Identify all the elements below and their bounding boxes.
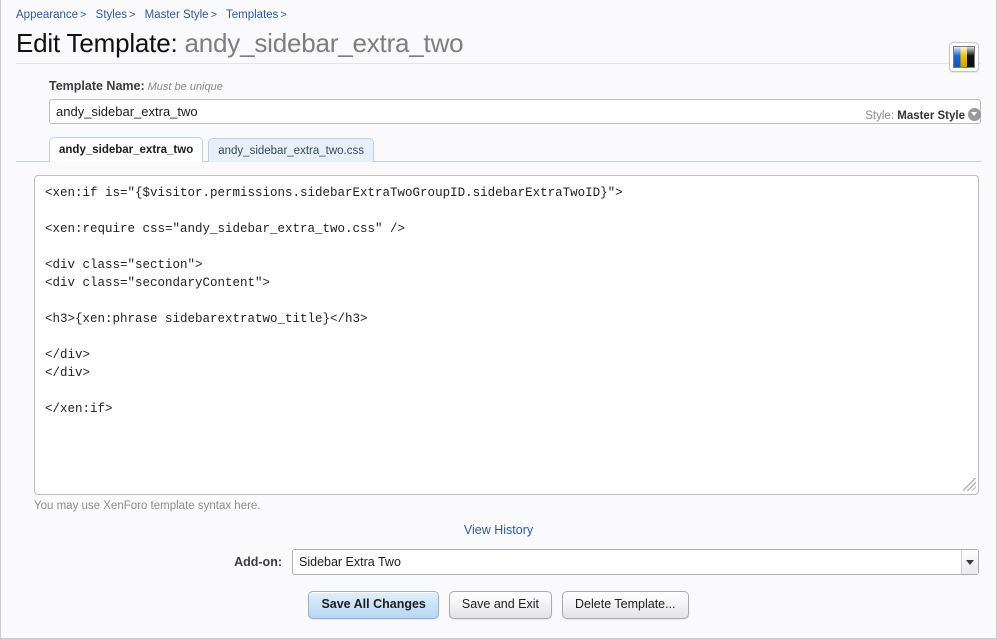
breadcrumb-separator: > bbox=[210, 9, 217, 21]
page-title: Edit Template: andy_sidebar_extra_two bbox=[16, 27, 996, 59]
breadcrumb-separator: > bbox=[129, 9, 136, 21]
template-tabs: andy_sidebar_extra_two andy_sidebar_extr… bbox=[16, 137, 981, 162]
style-indicator-prefix: Style: bbox=[865, 110, 895, 122]
addon-select[interactable]: Sidebar Extra Two bbox=[292, 549, 979, 575]
delete-template-button[interactable]: Delete Template... bbox=[562, 591, 689, 619]
select-arrow-icon[interactable] bbox=[961, 550, 978, 574]
template-form: Template Name: Must be unique Style: Mast… bbox=[1, 78, 996, 162]
breadcrumb-separator: > bbox=[80, 9, 87, 21]
tab-andy-sidebar-extra-two-css[interactable]: andy_sidebar_extra_two.css bbox=[208, 138, 374, 162]
breadcrumb: Appearance > Styles > Master Style > Templa… bbox=[1, 0, 996, 22]
addon-select-value: Sidebar Extra Two bbox=[299, 555, 401, 569]
template-name-hint: Must be unique bbox=[147, 81, 223, 93]
admin-page: Appearance > Styles > Master Style > Templa… bbox=[0, 0, 997, 639]
style-color-swatch-icon[interactable] bbox=[949, 42, 979, 72]
page-title-prefix: Edit Template: bbox=[16, 28, 178, 58]
page-header: Edit Template: andy_sidebar_extra_two bbox=[1, 22, 996, 72]
template-name-input[interactable] bbox=[49, 99, 981, 124]
save-and-exit-button[interactable]: Save and Exit bbox=[448, 591, 553, 619]
addon-label: Add-on: bbox=[234, 555, 282, 569]
swatch-gradient bbox=[953, 46, 975, 68]
style-indicator-value: Master Style bbox=[897, 110, 965, 122]
template-name-label-text: Template Name: bbox=[49, 79, 145, 93]
addon-row: Add-on: Sidebar Extra Two bbox=[1, 549, 996, 575]
page-title-template-name: andy_sidebar_extra_two bbox=[184, 28, 464, 58]
template-name-block: Template Name: Must be unique Style: Mast… bbox=[16, 78, 981, 124]
editor-syntax-note: You may use XenForo template syntax here… bbox=[34, 500, 261, 512]
form-actions: Save All Changes Save and Exit Delete Te… bbox=[1, 591, 996, 619]
breadcrumb-item-templates[interactable]: Templates bbox=[226, 9, 278, 21]
view-history-row: View History bbox=[1, 523, 996, 537]
template-editor-wrap: <xen:if is="{$visitor.permissions.sideba… bbox=[1, 175, 996, 495]
style-indicator: Style: Master Style bbox=[865, 108, 981, 122]
tab-andy-sidebar-extra-two[interactable]: andy_sidebar_extra_two bbox=[49, 137, 204, 162]
save-all-changes-button[interactable]: Save All Changes bbox=[308, 591, 439, 619]
view-history-link[interactable]: View History bbox=[464, 523, 533, 537]
header-divider bbox=[16, 63, 981, 64]
breadcrumb-item-styles[interactable]: Styles bbox=[96, 9, 127, 21]
breadcrumb-separator: > bbox=[280, 9, 287, 21]
breadcrumb-item-appearance[interactable]: Appearance bbox=[16, 9, 78, 21]
template-name-label: Template Name: Must be unique bbox=[49, 78, 981, 95]
chevron-down-circle-icon[interactable] bbox=[968, 108, 981, 121]
breadcrumb-item-master-style[interactable]: Master Style bbox=[145, 9, 209, 21]
template-code-editor[interactable]: <xen:if is="{$visitor.permissions.sideba… bbox=[34, 175, 979, 495]
